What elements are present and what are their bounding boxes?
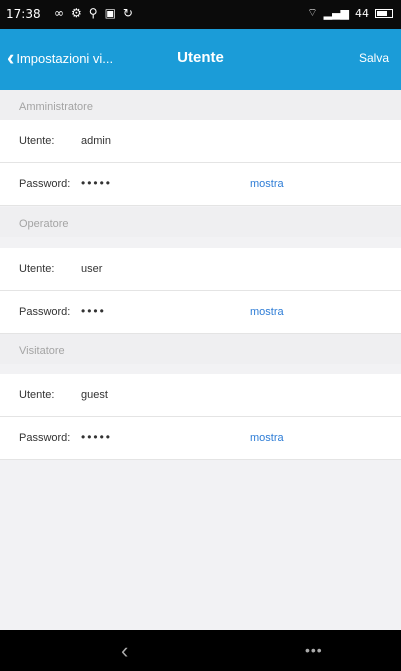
image-icon: ▣: [104, 6, 116, 20]
admin-password-field[interactable]: •••••: [81, 176, 112, 190]
settings-notification-icon: ⚙: [71, 6, 82, 20]
password-label: Password:: [19, 178, 71, 190]
battery-icon: [375, 8, 393, 18]
admin-password-row[interactable]: Password: ••••• mostra: [0, 163, 401, 206]
system-navigation-bar: ‹ •••: [0, 630, 401, 671]
section-header-visitor: Visitatore: [0, 334, 401, 364]
status-right-icons: ⌔ ▂▄▆ 44: [307, 6, 393, 20]
visitor-password-row[interactable]: Password: ••••• mostra: [0, 417, 401, 460]
operator-password-field[interactable]: ••••: [81, 304, 106, 318]
section-header-administrator: Amministratore: [0, 90, 401, 120]
admin-username-field[interactable]: admin: [81, 135, 111, 147]
back-label: Impostazioni vi...: [16, 50, 114, 66]
more-options-icon[interactable]: •••: [305, 642, 323, 658]
sync-icon: ↻: [122, 6, 133, 20]
operator-user-row[interactable]: Utente: user: [0, 248, 401, 291]
status-time: 17:38: [6, 7, 41, 21]
visitor-password-field[interactable]: •••••: [81, 430, 112, 444]
operator-password-row[interactable]: Password: •••• mostra: [0, 291, 401, 334]
back-button[interactable]: ‹ Impostazioni vi...: [7, 45, 114, 70]
operator-username-field[interactable]: user: [81, 263, 102, 275]
user-label: Utente:: [19, 263, 55, 275]
visitor-show-password-link[interactable]: mostra: [250, 432, 284, 444]
save-button[interactable]: Salva: [359, 51, 389, 65]
visitor-user-row[interactable]: Utente: guest: [0, 374, 401, 417]
location-icon: ⚲: [88, 6, 98, 20]
wifi-icon: ⌔: [307, 6, 318, 19]
admin-user-row[interactable]: Utente: admin: [0, 120, 401, 163]
status-signal-text: 44: [355, 6, 369, 20]
password-label: Password:: [19, 432, 71, 444]
system-back-icon[interactable]: ‹: [121, 638, 128, 664]
user-label: Utente:: [19, 135, 55, 147]
nav-bar: ‹ Impostazioni vi... Utente Salva: [0, 29, 401, 90]
password-label: Password:: [19, 306, 71, 318]
signal-icon: ▂▄▆: [323, 6, 349, 20]
chevron-left-icon: ‹: [7, 45, 15, 70]
status-bar: 17:38 ∞ ⚙ ⚲ ▣ ↻ ⌔ ▂▄▆ 44: [0, 0, 401, 29]
status-notification-icons: ∞ ⚙ ⚲ ▣ ↻: [54, 6, 133, 20]
admin-show-password-link[interactable]: mostra: [250, 178, 284, 190]
section-header-operator: Operatore: [0, 207, 401, 237]
infinity-icon: ∞: [54, 6, 64, 20]
user-label: Utente:: [19, 389, 55, 401]
operator-show-password-link[interactable]: mostra: [250, 306, 284, 318]
visitor-username-field[interactable]: guest: [81, 389, 108, 401]
